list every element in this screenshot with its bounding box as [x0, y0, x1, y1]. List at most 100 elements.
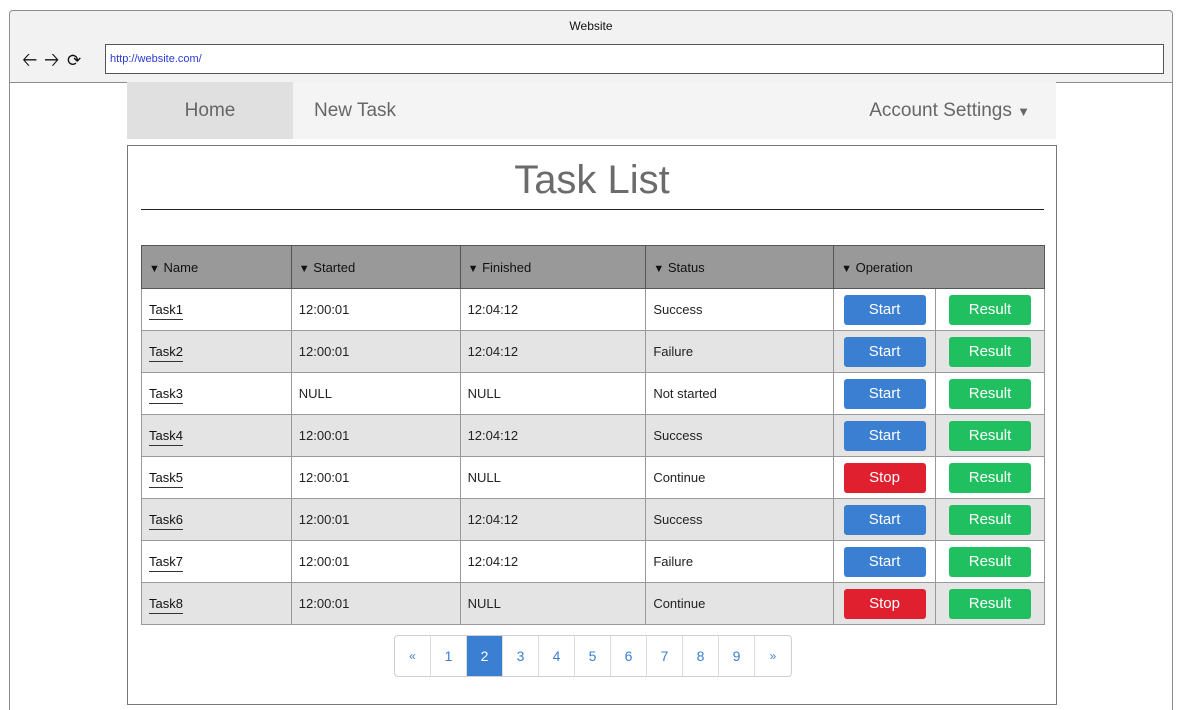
page-5[interactable]: 5	[575, 636, 611, 676]
task-name-cell: Task5	[141, 456, 292, 499]
started-cell: 12:00:01	[290, 330, 461, 373]
page-3[interactable]: 3	[503, 636, 539, 676]
start-button[interactable]: Start	[843, 294, 926, 325]
task-name-link[interactable]: Task8	[149, 596, 183, 614]
task-name-link[interactable]: Task5	[149, 470, 183, 488]
stop-button[interactable]: Stop	[843, 462, 926, 493]
started-cell: 12:00:01	[290, 414, 461, 457]
reload-icon[interactable]: ⟳	[67, 51, 81, 71]
result-button[interactable]: Result	[949, 336, 1031, 367]
task-name-link[interactable]: Task3	[149, 386, 183, 404]
sort-triangle-icon: ▼	[653, 262, 665, 275]
sort-triangle-icon: ▼	[841, 262, 852, 275]
start-button[interactable]: Start	[843, 504, 926, 535]
status-cell: Continue	[653, 596, 706, 611]
status-cell: Success	[645, 288, 835, 331]
page-9[interactable]: 9	[719, 636, 755, 676]
task-name-link[interactable]: Task7	[149, 554, 183, 572]
start-button[interactable]: Start	[843, 378, 926, 409]
finished-cell: 12:04:12	[467, 302, 519, 317]
finished-cell: NULL	[459, 372, 647, 415]
page-7[interactable]: 7	[647, 636, 683, 676]
action-cell: Start	[833, 414, 937, 457]
page-prev[interactable]: «	[395, 636, 431, 676]
action-cell: Stop	[833, 456, 937, 499]
task-name-link[interactable]: Task2	[149, 344, 183, 362]
started-cell: 12:00:01	[298, 428, 350, 443]
result-button[interactable]: Result	[949, 504, 1031, 535]
task-name-cell: Task3	[141, 372, 292, 415]
page-next[interactable]: »	[755, 636, 791, 676]
header-finished[interactable]: ▼ Finished	[459, 245, 647, 289]
task-name-link[interactable]: Task4	[149, 428, 183, 446]
status-cell: Failure	[645, 330, 835, 373]
started-cell: 12:00:01	[298, 344, 350, 359]
started-cell: 12:00:01	[298, 470, 350, 485]
header-status[interactable]: ▼ Status	[645, 245, 835, 289]
nav-account-settings[interactable]: Account Settings ▼	[869, 82, 1030, 139]
table-row: Task8 12:00:01 NULL Continue Stop Result	[141, 582, 1045, 625]
result-cell: Result	[935, 288, 1045, 331]
finished-cell: 12:04:12	[459, 540, 647, 583]
task-name-cell: Task8	[141, 582, 292, 625]
status-cell: Continue	[645, 456, 835, 499]
status-cell: Not started	[645, 372, 835, 415]
task-name-link[interactable]: Task1	[149, 302, 183, 320]
page-2[interactable]: 2	[467, 636, 503, 676]
start-button[interactable]: Start	[843, 420, 926, 451]
result-button[interactable]: Result	[949, 546, 1031, 577]
finished-cell: NULL	[467, 596, 501, 611]
result-button[interactable]: Result	[949, 378, 1031, 409]
finished-cell: NULL	[459, 582, 647, 625]
pagination: « 1 2 3 4 5 6 7 8 9 »	[394, 635, 792, 677]
forward-arrow-icon[interactable]: 🡢	[44, 51, 59, 71]
header-name[interactable]: ▼ Name	[141, 245, 292, 289]
page-4[interactable]: 4	[539, 636, 575, 676]
finished-cell: 12:04:12	[459, 498, 647, 541]
finished-cell: 12:04:12	[467, 344, 519, 359]
status-cell: Failure	[653, 344, 694, 359]
header-operation[interactable]: ▼ Operation	[833, 245, 1045, 289]
status-cell: Success	[645, 498, 835, 541]
action-cell: Start	[833, 372, 937, 415]
nav-home[interactable]: Home	[127, 82, 293, 139]
page-1[interactable]: 1	[431, 636, 467, 676]
nav-new-task[interactable]: New Task	[314, 82, 396, 139]
started-cell: 12:00:01	[290, 456, 461, 499]
action-cell: Start	[833, 498, 937, 541]
started-cell: 12:00:01	[298, 302, 350, 317]
start-button[interactable]: Start	[843, 546, 926, 577]
result-button[interactable]: Result	[949, 588, 1031, 619]
page-title: Task List	[514, 158, 670, 202]
page-6[interactable]: 6	[611, 636, 647, 676]
action-cell: Start	[833, 540, 937, 583]
result-button[interactable]: Result	[949, 462, 1031, 493]
task-name-cell: Task2	[141, 330, 292, 373]
finished-cell: NULL	[467, 470, 501, 485]
back-arrow-icon[interactable]: 🡠	[22, 51, 37, 71]
sort-triangle-icon: ▼	[298, 262, 310, 275]
task-name-link[interactable]: Task6	[149, 512, 183, 530]
table-row: Task5 12:00:01 NULL Continue Stop Result	[141, 456, 1045, 499]
status-cell: Success	[653, 512, 703, 527]
result-button[interactable]: Result	[949, 294, 1031, 325]
title-divider	[141, 209, 1044, 210]
url-bar[interactable]: http://website.com/	[105, 44, 1164, 74]
finished-cell: 12:04:12	[459, 330, 647, 373]
result-cell: Result	[935, 330, 1045, 373]
header-started[interactable]: ▼ Started	[290, 245, 461, 289]
start-button[interactable]: Start	[843, 336, 926, 367]
stop-button[interactable]: Stop	[843, 588, 926, 619]
status-cell: Continue	[645, 582, 835, 625]
top-nav: Home New Task Account Settings ▼	[127, 82, 1056, 139]
task-name-cell: Task4	[141, 414, 292, 457]
page-8[interactable]: 8	[683, 636, 719, 676]
table-row: Task7 12:00:01 12:04:12 Failure Start Result	[141, 540, 1045, 583]
started-cell: 12:00:01	[298, 554, 350, 569]
result-cell: Result	[935, 372, 1045, 415]
finished-cell: NULL	[459, 456, 647, 499]
status-cell: Failure	[645, 540, 835, 583]
result-button[interactable]: Result	[949, 420, 1031, 451]
started-cell: 12:00:01	[290, 540, 461, 583]
sort-triangle-icon: ▼	[149, 262, 160, 275]
